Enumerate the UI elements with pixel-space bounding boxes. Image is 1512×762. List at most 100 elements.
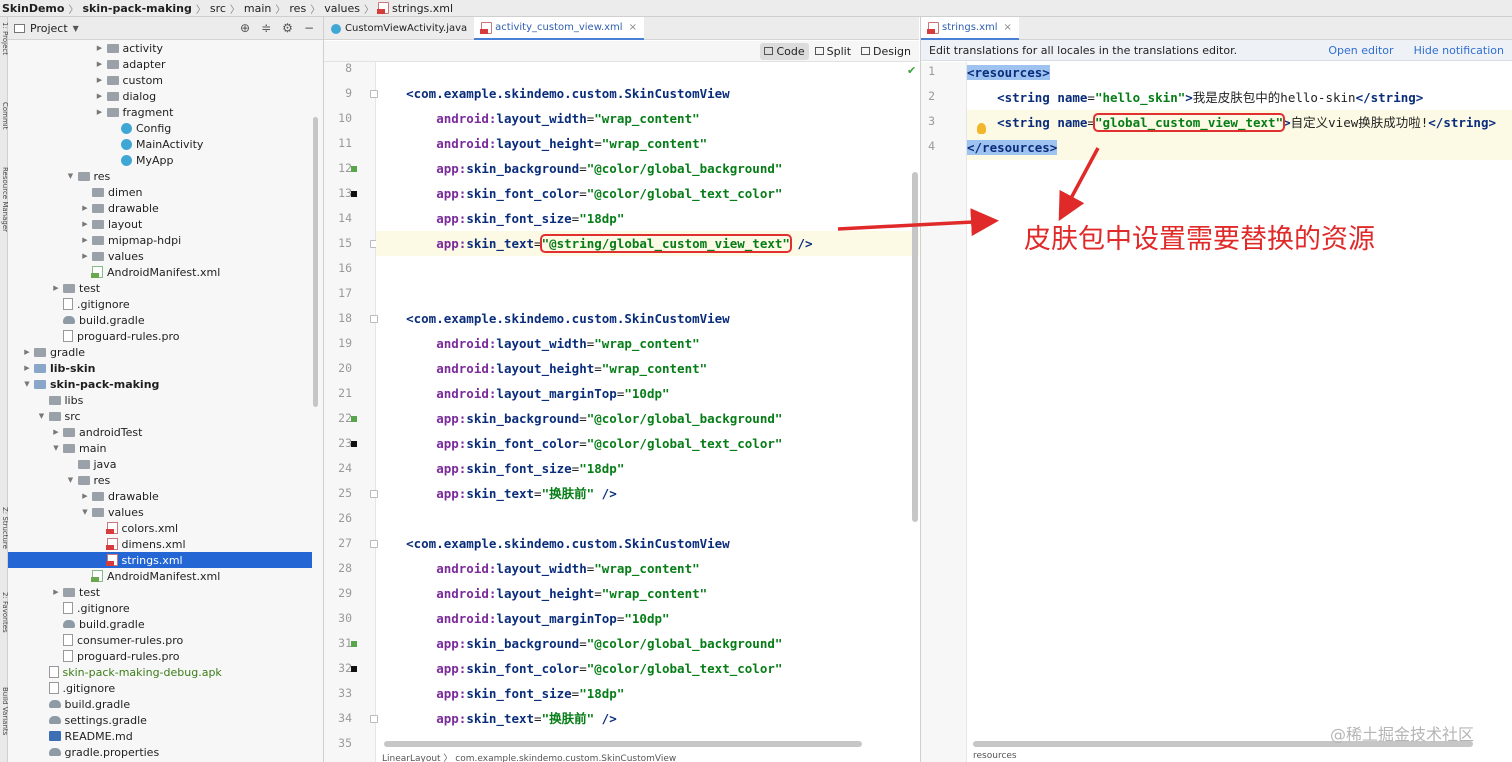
code-line[interactable]: app:skin_font_size="18dp" <box>376 206 919 231</box>
chevron-right-icon[interactable]: ▶ <box>80 252 90 260</box>
layout-code-editor[interactable]: 8 9 10 11 12 13 14 15 16 17 18 19 20 21 22 23 24 25 26 27 28… <box>324 62 919 762</box>
tree-item[interactable]: ▶ test <box>8 584 312 600</box>
tree-item[interactable]: java <box>8 456 312 472</box>
chevron-right-icon[interactable]: ▶ <box>51 428 61 436</box>
chevron-down-icon[interactable]: ▼ <box>66 476 76 484</box>
close-icon[interactable]: × <box>1004 22 1012 33</box>
code-line[interactable]: <com.example.skindemo.custom.SkinCustomV… <box>376 531 919 556</box>
chevron-right-icon[interactable]: ▶ <box>80 236 90 244</box>
tab-activity-custom-view[interactable]: activity_custom_view.xml × <box>474 17 644 40</box>
lightbulb-icon[interactable] <box>977 123 986 134</box>
tree-item[interactable]: build.gradle <box>8 616 312 632</box>
code-line[interactable]: app:skin_font_size="18dp" <box>376 456 919 481</box>
project-scrollbar[interactable] <box>313 117 318 407</box>
tree-item[interactable]: gradle.properties <box>8 744 312 760</box>
chevron-down-icon[interactable]: ▼ <box>73 24 79 33</box>
tree-item[interactable]: skin-pack-making-debug.apk <box>8 664 312 680</box>
tree-item[interactable]: settings.gradle <box>8 712 312 728</box>
tab-strings-xml[interactable]: strings.xml × <box>921 17 1019 40</box>
code-line[interactable]: <com.example.skindemo.custom.SkinCustomV… <box>376 81 919 106</box>
mode-code-button[interactable]: Code <box>760 42 809 60</box>
tree-item[interactable]: dimens.xml <box>8 536 312 552</box>
tree-item[interactable]: ▼ main <box>8 440 312 456</box>
tree-item[interactable]: proguard-rules.pro <box>8 328 312 344</box>
chevron-right-icon[interactable]: ▶ <box>22 348 32 356</box>
code-line[interactable]: android:layout_height="wrap_content" <box>376 581 919 606</box>
code-line[interactable]: android:layout_width="wrap_content" <box>376 106 919 131</box>
mode-split-button[interactable]: Split <box>811 43 855 60</box>
close-icon[interactable]: × <box>629 22 637 33</box>
breadcrumb-item[interactable]: SkinDemo <box>2 2 64 15</box>
code-line[interactable]: <string name="hello_skin">我是皮肤包中的hello-s… <box>967 85 1512 110</box>
editor-horizontal-scrollbar[interactable] <box>384 741 862 747</box>
code-line[interactable]: <resources> <box>967 60 1512 85</box>
code-line[interactable]: app:skin_font_color="@color/global_text_… <box>376 656 919 681</box>
project-panel-title[interactable]: Project <box>30 22 68 35</box>
code-line[interactable]: app:skin_text="换肤前" /> <box>376 706 919 731</box>
code-line[interactable] <box>376 506 919 531</box>
chevron-right-icon[interactable]: ▶ <box>51 284 61 292</box>
code-line[interactable]: app:skin_background="@color/global_backg… <box>376 406 919 431</box>
code-line[interactable]: app:skin_font_color="@color/global_text_… <box>376 431 919 456</box>
code-line[interactable]: <string name="global_custom_view_text">自… <box>967 110 1512 135</box>
tree-item[interactable]: MainActivity <box>8 136 312 152</box>
chevron-right-icon[interactable]: ▶ <box>95 60 105 68</box>
code-line[interactable]: app:skin_font_size="18dp" <box>376 681 919 706</box>
hide-notification-link[interactable]: Hide notification <box>1414 44 1504 57</box>
chevron-down-icon[interactable]: ▼ <box>51 444 61 452</box>
chevron-right-icon[interactable]: ▶ <box>95 44 105 52</box>
code-line[interactable]: android:layout_marginTop="10dp" <box>376 606 919 631</box>
tree-item[interactable]: ▶ androidTest <box>8 424 312 440</box>
code-line[interactable] <box>376 281 919 306</box>
tree-item[interactable]: build.gradle <box>8 696 312 712</box>
breadcrumb-item[interactable]: res <box>289 2 306 15</box>
open-editor-link[interactable]: Open editor <box>1328 44 1393 57</box>
tree-item[interactable]: ▼ values <box>8 504 312 520</box>
code-line[interactable]: android:layout_height="wrap_content" <box>376 356 919 381</box>
code-line[interactable]: android:layout_marginTop="10dp" <box>376 381 919 406</box>
code-line[interactable]: android:layout_width="wrap_content" <box>376 331 919 356</box>
tree-item[interactable]: ▼ res <box>8 472 312 488</box>
tree-item[interactable]: consumer-rules.pro <box>8 632 312 648</box>
tree-item[interactable]: ▼ skin-pack-making <box>8 376 312 392</box>
code-line[interactable]: app:skin_text="换肤前" /> <box>376 481 919 506</box>
editor-vertical-scrollbar[interactable] <box>912 172 918 522</box>
tree-item[interactable]: ▶ drawable <box>8 488 312 504</box>
tree-item[interactable]: ▼ src <box>8 408 312 424</box>
chevron-down-icon[interactable]: ▼ <box>22 380 32 388</box>
code-line[interactable] <box>376 62 919 81</box>
code-line[interactable] <box>376 256 919 281</box>
tree-item[interactable]: AndroidManifest.xml <box>8 568 312 584</box>
code-line[interactable]: app:skin_font_color="@color/global_text_… <box>376 181 919 206</box>
chevron-down-icon[interactable]: ▼ <box>37 412 47 420</box>
tree-item[interactable]: colors.xml <box>8 520 312 536</box>
chevron-down-icon[interactable]: ▼ <box>66 172 76 180</box>
chevron-right-icon[interactable]: ▶ <box>80 220 90 228</box>
tree-item[interactable]: ▶ adapter <box>8 56 312 72</box>
tree-item[interactable]: .gitignore <box>8 296 312 312</box>
breadcrumb-item[interactable]: main <box>244 2 271 15</box>
tree-item[interactable]: Config <box>8 120 312 136</box>
code-line[interactable]: <com.example.skindemo.custom.SkinCustomV… <box>376 306 919 331</box>
tree-item[interactable]: .gitignore <box>8 680 312 696</box>
code-line[interactable]: app:skin_background="@color/global_backg… <box>376 156 919 181</box>
chevron-right-icon[interactable]: ▶ <box>95 92 105 100</box>
tree-item[interactable]: ▶ mipmap-hdpi <box>8 232 312 248</box>
tree-item[interactable]: ▼ res <box>8 168 312 184</box>
tree-item[interactable]: ▶ dialog <box>8 88 312 104</box>
tree-item[interactable]: ▶ test <box>8 280 312 296</box>
tab-custom-view-activity[interactable]: CustomViewActivity.java <box>324 17 474 40</box>
tree-item[interactable]: ▶ custom <box>8 72 312 88</box>
tree-item[interactable]: README.md <box>8 728 312 744</box>
breadcrumb-item[interactable]: strings.xml <box>376 2 453 15</box>
code-line[interactable]: android:layout_height="wrap_content" <box>376 131 919 156</box>
tree-item[interactable]: build.gradle <box>8 312 312 328</box>
locate-icon[interactable]: ⊕ <box>240 21 250 35</box>
breadcrumb-item[interactable]: skin-pack-making <box>82 2 191 15</box>
breadcrumb-item[interactable]: src <box>210 2 226 15</box>
minimize-icon[interactable]: − <box>304 21 314 35</box>
code-line[interactable]: android:layout_width="wrap_content" <box>376 556 919 581</box>
tree-item[interactable]: ▶ fragment <box>8 104 312 120</box>
tree-item[interactable]: strings.xml <box>8 552 312 568</box>
tree-item[interactable]: ▶ gradle <box>8 344 312 360</box>
